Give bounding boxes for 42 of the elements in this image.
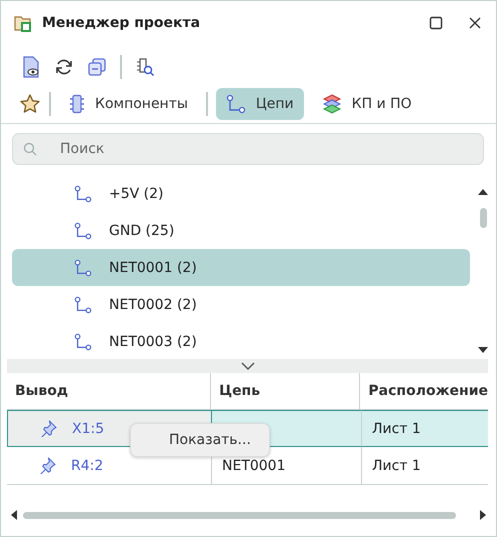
pin-link[interactable]: R4:2 [71,458,104,474]
net-item[interactable]: NET0001 (2) [12,249,470,286]
net-icon [74,258,92,276]
search-field[interactable]: Поиск [12,133,484,165]
column-header[interactable]: Цепь [211,373,360,409]
scroll-down-icon[interactable] [478,347,488,353]
component-search-icon[interactable] [135,57,155,77]
document-eye-icon[interactable] [21,56,41,78]
scroll-left-icon[interactable] [11,510,17,520]
window-title: Менеджер проекта [42,15,200,31]
tab[interactable]: Цепи [216,88,304,120]
chevron-down-icon[interactable] [240,362,254,370]
net-icon [226,94,246,114]
net-item[interactable]: NET0002 (2) [12,286,470,323]
column-header[interactable]: Вывод [7,373,212,409]
net-item[interactable]: NET0003 (2) [12,323,470,360]
chip-icon [69,94,85,114]
net-icon [74,332,92,350]
close-icon[interactable] [468,16,482,30]
refresh-icon[interactable] [54,57,74,77]
location-cell-text: Лист 1 [371,456,422,476]
scroll-up-icon[interactable] [478,189,488,195]
scrollbar-thumb[interactable] [23,512,456,518]
net-icon [74,184,92,202]
pin-icon [39,457,56,474]
pin-link[interactable]: X1:5 [72,420,104,436]
scroll-right-icon[interactable] [480,510,486,520]
location-cell: Лист 1 [362,410,488,447]
net-item[interactable]: GND (25) [12,212,470,249]
tab[interactable]: Компоненты [59,88,198,120]
maximize-icon[interactable] [429,16,443,30]
pin-icon [40,420,57,437]
net-item[interactable]: +5V (2) [12,175,470,212]
net-icon [74,296,92,314]
net-icon [74,222,92,240]
column-header[interactable]: Расположение [360,373,488,409]
star-icon[interactable] [19,93,41,115]
layers-icon [322,94,342,114]
search-icon [23,142,37,156]
collapse-icon[interactable] [87,57,107,77]
scrollbar-thumb[interactable] [480,208,486,228]
tab[interactable]: КП и ПО [312,88,422,120]
